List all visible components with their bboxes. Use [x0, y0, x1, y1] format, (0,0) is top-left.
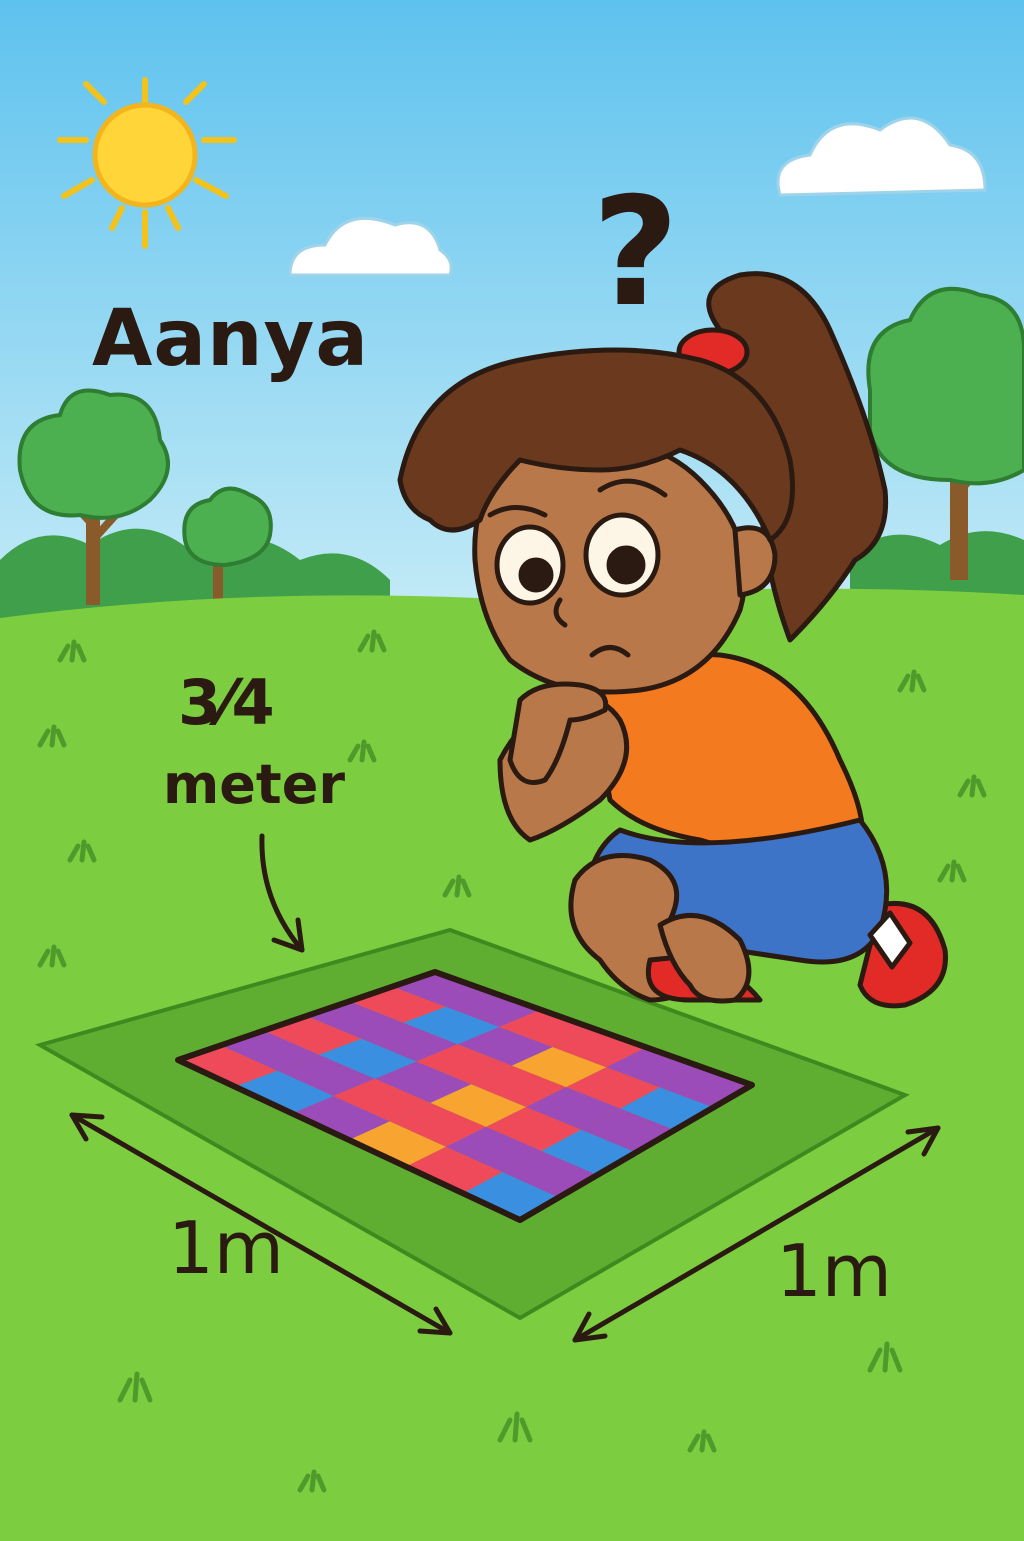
unit-label: meter: [163, 753, 345, 816]
right-dimension-label: 1m: [776, 1229, 892, 1313]
left-dimension-label: 1m: [168, 1206, 284, 1290]
character-name-label: Aanya: [92, 294, 370, 384]
question-mark-icon: ?: [592, 166, 680, 340]
illustration-scene: Aanya 3⁄4 meter 1m 1m ?: [0, 0, 1024, 1536]
fraction-label: 3⁄4: [178, 666, 275, 739]
